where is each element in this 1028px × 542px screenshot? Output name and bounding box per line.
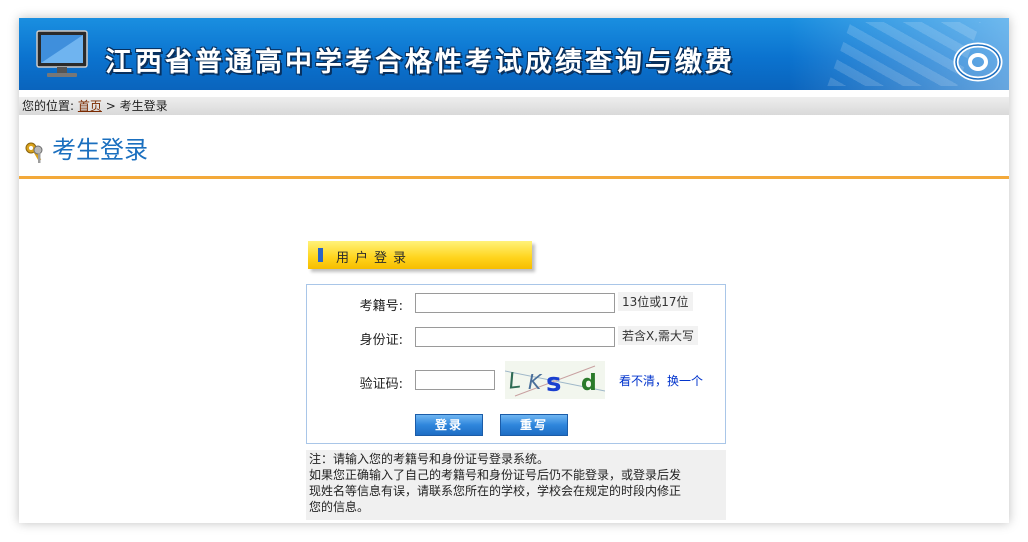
exam-no-input[interactable]: [415, 293, 615, 313]
login-tab-label: 用户登录: [336, 251, 413, 266]
banner-title: 江西省普通高中学考合格性考试成绩查询与缴费: [105, 47, 735, 78]
id-label: 身份证:: [359, 333, 403, 348]
page-title-row: 考生登录: [19, 116, 1009, 179]
at-sign-icon: [953, 42, 1003, 82]
exam-no-label: 考籍号:: [359, 299, 403, 314]
captcha-label: 验证码:: [359, 377, 403, 392]
breadcrumb: 您的位置: 首页 > 考生登录: [19, 97, 1009, 115]
exam-no-hint: 13位或17位: [618, 292, 693, 311]
login-button[interactable]: 登录: [415, 414, 483, 436]
login-tab: 用户登录: [308, 241, 532, 269]
login-note: 注：请输入您的考籍号和身份证号登录系统。 如果您正确输入了自己的考籍号和身份证号…: [306, 450, 726, 520]
id-hint: 若含X,需大写: [618, 326, 699, 345]
keys-icon: [25, 142, 43, 163]
note-line: 注：请输入您的考籍号和身份证号登录系统。: [309, 452, 550, 466]
svg-text:L: L: [507, 368, 522, 394]
breadcrumb-separator: >: [105, 99, 116, 113]
svg-text:K: K: [528, 370, 543, 394]
refresh-captcha-link[interactable]: 看不清，换一个: [619, 372, 703, 389]
svg-text:s: s: [546, 368, 561, 398]
tab-accent-bar: [318, 248, 323, 262]
page-title: 考生登录: [52, 136, 148, 164]
note-line: 如果您正确输入了自己的考籍号和身份证号后仍不能登录，或登录后发: [309, 468, 682, 482]
reset-button[interactable]: 重写: [500, 414, 568, 436]
captcha-image[interactable]: L K s d: [505, 361, 605, 399]
captcha-input[interactable]: [415, 370, 495, 390]
breadcrumb-home-link[interactable]: 首页: [78, 99, 102, 113]
svg-text:d: d: [581, 371, 597, 396]
breadcrumb-current: 考生登录: [119, 99, 168, 113]
page-frame: 江西省普通高中学考合格性考试成绩查询与缴费 您的位置: 首页 > 考生登录 考生…: [19, 18, 1009, 523]
id-number-input[interactable]: [415, 327, 615, 347]
breadcrumb-prefix: 您的位置:: [22, 99, 75, 113]
login-form: 考籍号: 13位或17位 身份证: 若含X,需大写 验证码: L K s d 看…: [306, 284, 726, 444]
header-banner: 江西省普通高中学考合格性考试成绩查询与缴费: [19, 18, 1009, 90]
note-line: 您的信息。: [309, 500, 370, 514]
note-line: 现姓名等信息有误，请联系您所在的学校，学校会在规定的时段内修正: [309, 484, 682, 498]
monitor-icon: [36, 30, 88, 77]
